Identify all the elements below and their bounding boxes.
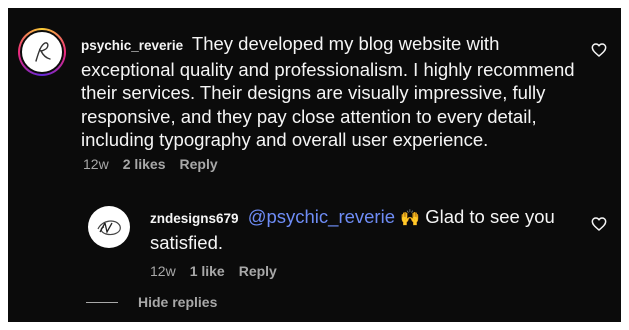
reply-body: zndesigns679 @psychic_reverie 🙌 Glad to … bbox=[150, 205, 570, 254]
raising-hands-emoji: 🙌 bbox=[400, 210, 421, 227]
comment-username[interactable]: psychic_reverie bbox=[81, 38, 183, 53]
divider-line bbox=[86, 301, 118, 303]
reply-reply-button[interactable]: Reply bbox=[239, 263, 277, 279]
comment-meta: 12w 2 likes Reply bbox=[83, 156, 218, 172]
reply-likes[interactable]: 1 like bbox=[190, 263, 225, 279]
signature-logo-icon bbox=[35, 42, 51, 62]
reply-time: 12w bbox=[150, 263, 176, 279]
replier-avatar[interactable] bbox=[88, 206, 130, 248]
heart-icon[interactable] bbox=[591, 216, 607, 232]
reply-username[interactable]: zndesigns679 bbox=[150, 211, 239, 226]
reply-mention-link[interactable]: @psychic_reverie bbox=[248, 206, 395, 227]
hide-replies-button[interactable]: Hide replies bbox=[86, 294, 217, 310]
hide-replies-label: Hide replies bbox=[138, 294, 218, 310]
comment-reply-button[interactable]: Reply bbox=[180, 156, 218, 172]
comment-time: 12w bbox=[83, 156, 109, 172]
heart-icon[interactable] bbox=[591, 42, 607, 58]
comment-body: psychic_reverie They developed my blog w… bbox=[81, 32, 581, 152]
comment-thread: psychic_reverie They developed my blog w… bbox=[8, 8, 621, 322]
zn-designs-logo-icon bbox=[97, 220, 121, 236]
comment-likes[interactable]: 2 likes bbox=[123, 156, 166, 172]
commenter-avatar[interactable] bbox=[18, 28, 66, 76]
reply-meta: 12w 1 like Reply bbox=[150, 263, 277, 279]
